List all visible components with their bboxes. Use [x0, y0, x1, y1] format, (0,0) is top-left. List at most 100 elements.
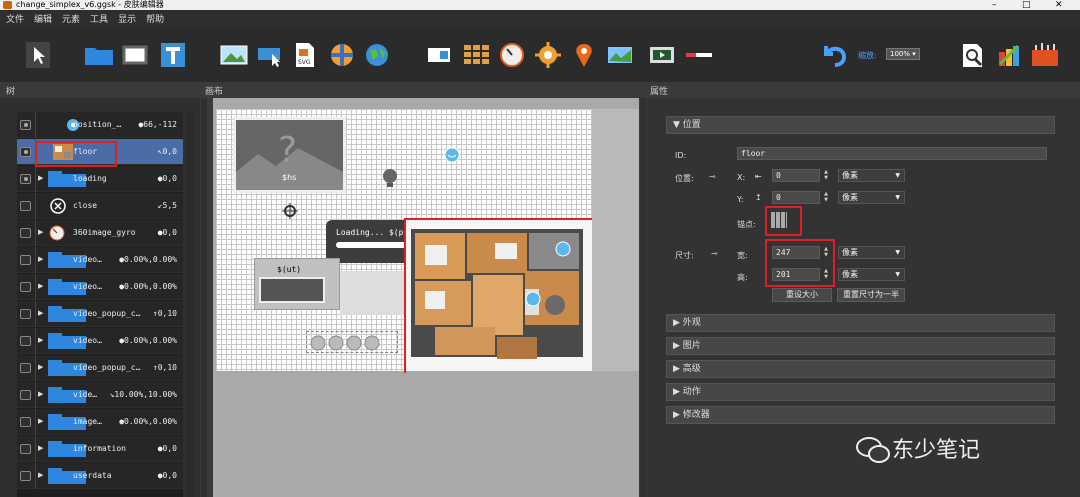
- expand-arrow-icon[interactable]: ▶: [38, 471, 43, 479]
- tree-row[interactable]: ▶ vide… ↘10.00%,10.00%: [17, 382, 183, 408]
- info-panel[interactable]: [340, 271, 404, 315]
- tree-row[interactable]: ▶ information ●0,0: [17, 436, 183, 462]
- menu-view[interactable]: 显示: [118, 12, 136, 25]
- maximize-button[interactable]: □: [1022, 0, 1031, 10]
- tree-row[interactable]: ▶ video_popup_c… ↑0,10: [17, 301, 183, 327]
- text-tool-icon[interactable]: [160, 42, 186, 68]
- undo-icon[interactable]: [820, 42, 848, 68]
- expand-arrow-icon[interactable]: ▶: [38, 309, 43, 317]
- element-tree[interactable]: position_… ●66,-112 floor ↖0,0 ▶ loading ●0,0 c…: [17, 112, 183, 497]
- tree-row[interactable]: ▶ video_popup_c… ↑0,10: [17, 355, 183, 381]
- video-controls[interactable]: [306, 331, 398, 353]
- close-window-button[interactable]: ✕: [1055, 0, 1063, 10]
- canvas-area[interactable]: ? $hs Loading... $(p)% $(ut): [213, 98, 639, 497]
- left-splitter[interactable]: [201, 98, 207, 497]
- section-modifiers[interactable]: ▶ 修改器: [666, 406, 1055, 424]
- skin-colors-icon[interactable]: [996, 42, 1024, 68]
- map-tool-icon[interactable]: [364, 42, 390, 68]
- menu-tools[interactable]: 工具: [90, 12, 108, 25]
- height-unit-select[interactable]: 像素 ▼: [838, 268, 905, 281]
- progressbar-tool-icon[interactable]: [684, 42, 714, 68]
- visibility-toggle-icon[interactable]: [20, 201, 31, 211]
- cloner-tool-icon[interactable]: [256, 42, 284, 68]
- visibility-toggle-icon[interactable]: [20, 309, 31, 319]
- visibility-toggle-icon[interactable]: [20, 120, 31, 130]
- zoom-select[interactable]: 100% ▾: [886, 48, 920, 60]
- tree-row[interactable]: ▶ loading ●0,0: [17, 166, 183, 192]
- tree-row[interactable]: ▶ 360image_gyro ●0,0: [17, 220, 183, 246]
- hotspot-marker-icon[interactable]: [444, 147, 460, 165]
- video-tool-icon[interactable]: [648, 42, 676, 68]
- x-spinner[interactable]: ▲ ▼: [822, 169, 830, 182]
- image-tool-icon[interactable]: [220, 42, 248, 68]
- section-actions[interactable]: ▶ 动作: [666, 383, 1055, 401]
- rectangle-tool-icon[interactable]: [122, 42, 148, 68]
- tree-row[interactable]: ▶ userdata ●0,0: [17, 463, 183, 489]
- tree-row[interactable]: ▶ video… ●0.00%,0.00%: [17, 274, 183, 300]
- visibility-toggle-icon[interactable]: [20, 417, 31, 427]
- size-link-icon[interactable]: ⊸: [711, 249, 718, 258]
- section-appearance[interactable]: ▶ 外观: [666, 314, 1055, 332]
- svg-tool-icon[interactable]: SVG: [294, 42, 316, 68]
- visibility-toggle-icon[interactable]: [20, 147, 31, 157]
- expand-arrow-icon[interactable]: ▶: [38, 336, 43, 344]
- visibility-toggle-icon[interactable]: [20, 471, 31, 481]
- visibility-toggle-icon[interactable]: [20, 444, 31, 454]
- tree-scrollbar[interactable]: [186, 112, 194, 497]
- minimize-button[interactable]: –: [992, 0, 997, 10]
- right-splitter[interactable]: [640, 98, 646, 497]
- expand-arrow-icon[interactable]: ▶: [38, 174, 43, 182]
- menu-edit[interactable]: 编辑: [34, 12, 52, 25]
- position-link-icon[interactable]: ⊸: [709, 172, 716, 181]
- id-input[interactable]: floor: [737, 147, 1047, 160]
- container-tool-icon[interactable]: [84, 42, 114, 68]
- preview-search-icon[interactable]: [960, 42, 988, 68]
- timer-tool-icon[interactable]: [498, 42, 526, 68]
- visibility-toggle-icon[interactable]: [20, 363, 31, 373]
- reset-half-size-button[interactable]: 重置尺寸为一半: [837, 288, 905, 302]
- width-unit-select[interactable]: 像素 ▼: [838, 246, 905, 259]
- tree-row[interactable]: ▶ image… ●0.00%,0.00%: [17, 409, 183, 435]
- menu-help[interactable]: 帮助: [146, 12, 164, 25]
- hotspot-tool-icon[interactable]: [328, 42, 356, 68]
- visibility-toggle-icon[interactable]: [20, 228, 31, 238]
- gyro-marker-icon[interactable]: [380, 167, 400, 189]
- menu-element[interactable]: 元素: [62, 12, 80, 25]
- expand-arrow-icon[interactable]: ▶: [38, 363, 43, 371]
- expand-arrow-icon[interactable]: ▶: [38, 282, 43, 290]
- expand-arrow-icon[interactable]: ▶: [38, 444, 43, 452]
- reset-size-button[interactable]: 重设大小: [772, 288, 832, 302]
- rectangle-marker-tool-icon[interactable]: [606, 42, 634, 68]
- expand-arrow-icon[interactable]: ▶: [38, 417, 43, 425]
- x-input[interactable]: 0: [772, 169, 820, 182]
- tree-row[interactable]: ▶ video… ●0.00%,0.00%: [17, 328, 183, 354]
- thumbnail-tool-icon[interactable]: [462, 42, 490, 68]
- compass-tool-icon[interactable]: [534, 42, 562, 68]
- marker-tool-icon[interactable]: [572, 42, 596, 68]
- visibility-toggle-icon[interactable]: [20, 174, 31, 184]
- y-spinner[interactable]: ▲ ▼: [822, 191, 830, 204]
- toolbox-icon[interactable]: [1030, 42, 1060, 68]
- visibility-toggle-icon[interactable]: [20, 255, 31, 265]
- visibility-toggle-icon[interactable]: [20, 390, 31, 400]
- visibility-toggle-icon[interactable]: [20, 336, 31, 346]
- scrollarea-tool-icon[interactable]: [426, 42, 452, 68]
- select-tool-icon[interactable]: [26, 42, 50, 68]
- expand-arrow-icon[interactable]: ▶: [38, 255, 43, 263]
- tree-row[interactable]: ▶ video… ●0.00%,0.00%: [17, 247, 183, 273]
- section-image[interactable]: ▶ 图片: [666, 337, 1055, 355]
- crosshair-icon[interactable]: [282, 202, 298, 220]
- y-input[interactable]: 0: [772, 191, 820, 204]
- tree-row[interactable]: position_… ●66,-112: [17, 112, 183, 138]
- section-advanced[interactable]: ▶ 高级: [666, 360, 1055, 378]
- section-position[interactable]: ▼ 位置: [666, 116, 1055, 134]
- tree-row[interactable]: close ↙5,5: [17, 193, 183, 219]
- x-unit-select[interactable]: 像素 ▼: [838, 169, 905, 182]
- expand-arrow-icon[interactable]: ▶: [38, 228, 43, 236]
- expand-arrow-icon[interactable]: ▶: [38, 390, 43, 398]
- userdata-box[interactable]: $(ut): [254, 258, 340, 310]
- canvas-grid[interactable]: ? $hs Loading... $(p)% $(ut): [216, 109, 593, 373]
- visibility-toggle-icon[interactable]: [20, 282, 31, 292]
- y-unit-select[interactable]: 像素 ▼: [838, 191, 905, 204]
- menu-file[interactable]: 文件: [6, 12, 24, 25]
